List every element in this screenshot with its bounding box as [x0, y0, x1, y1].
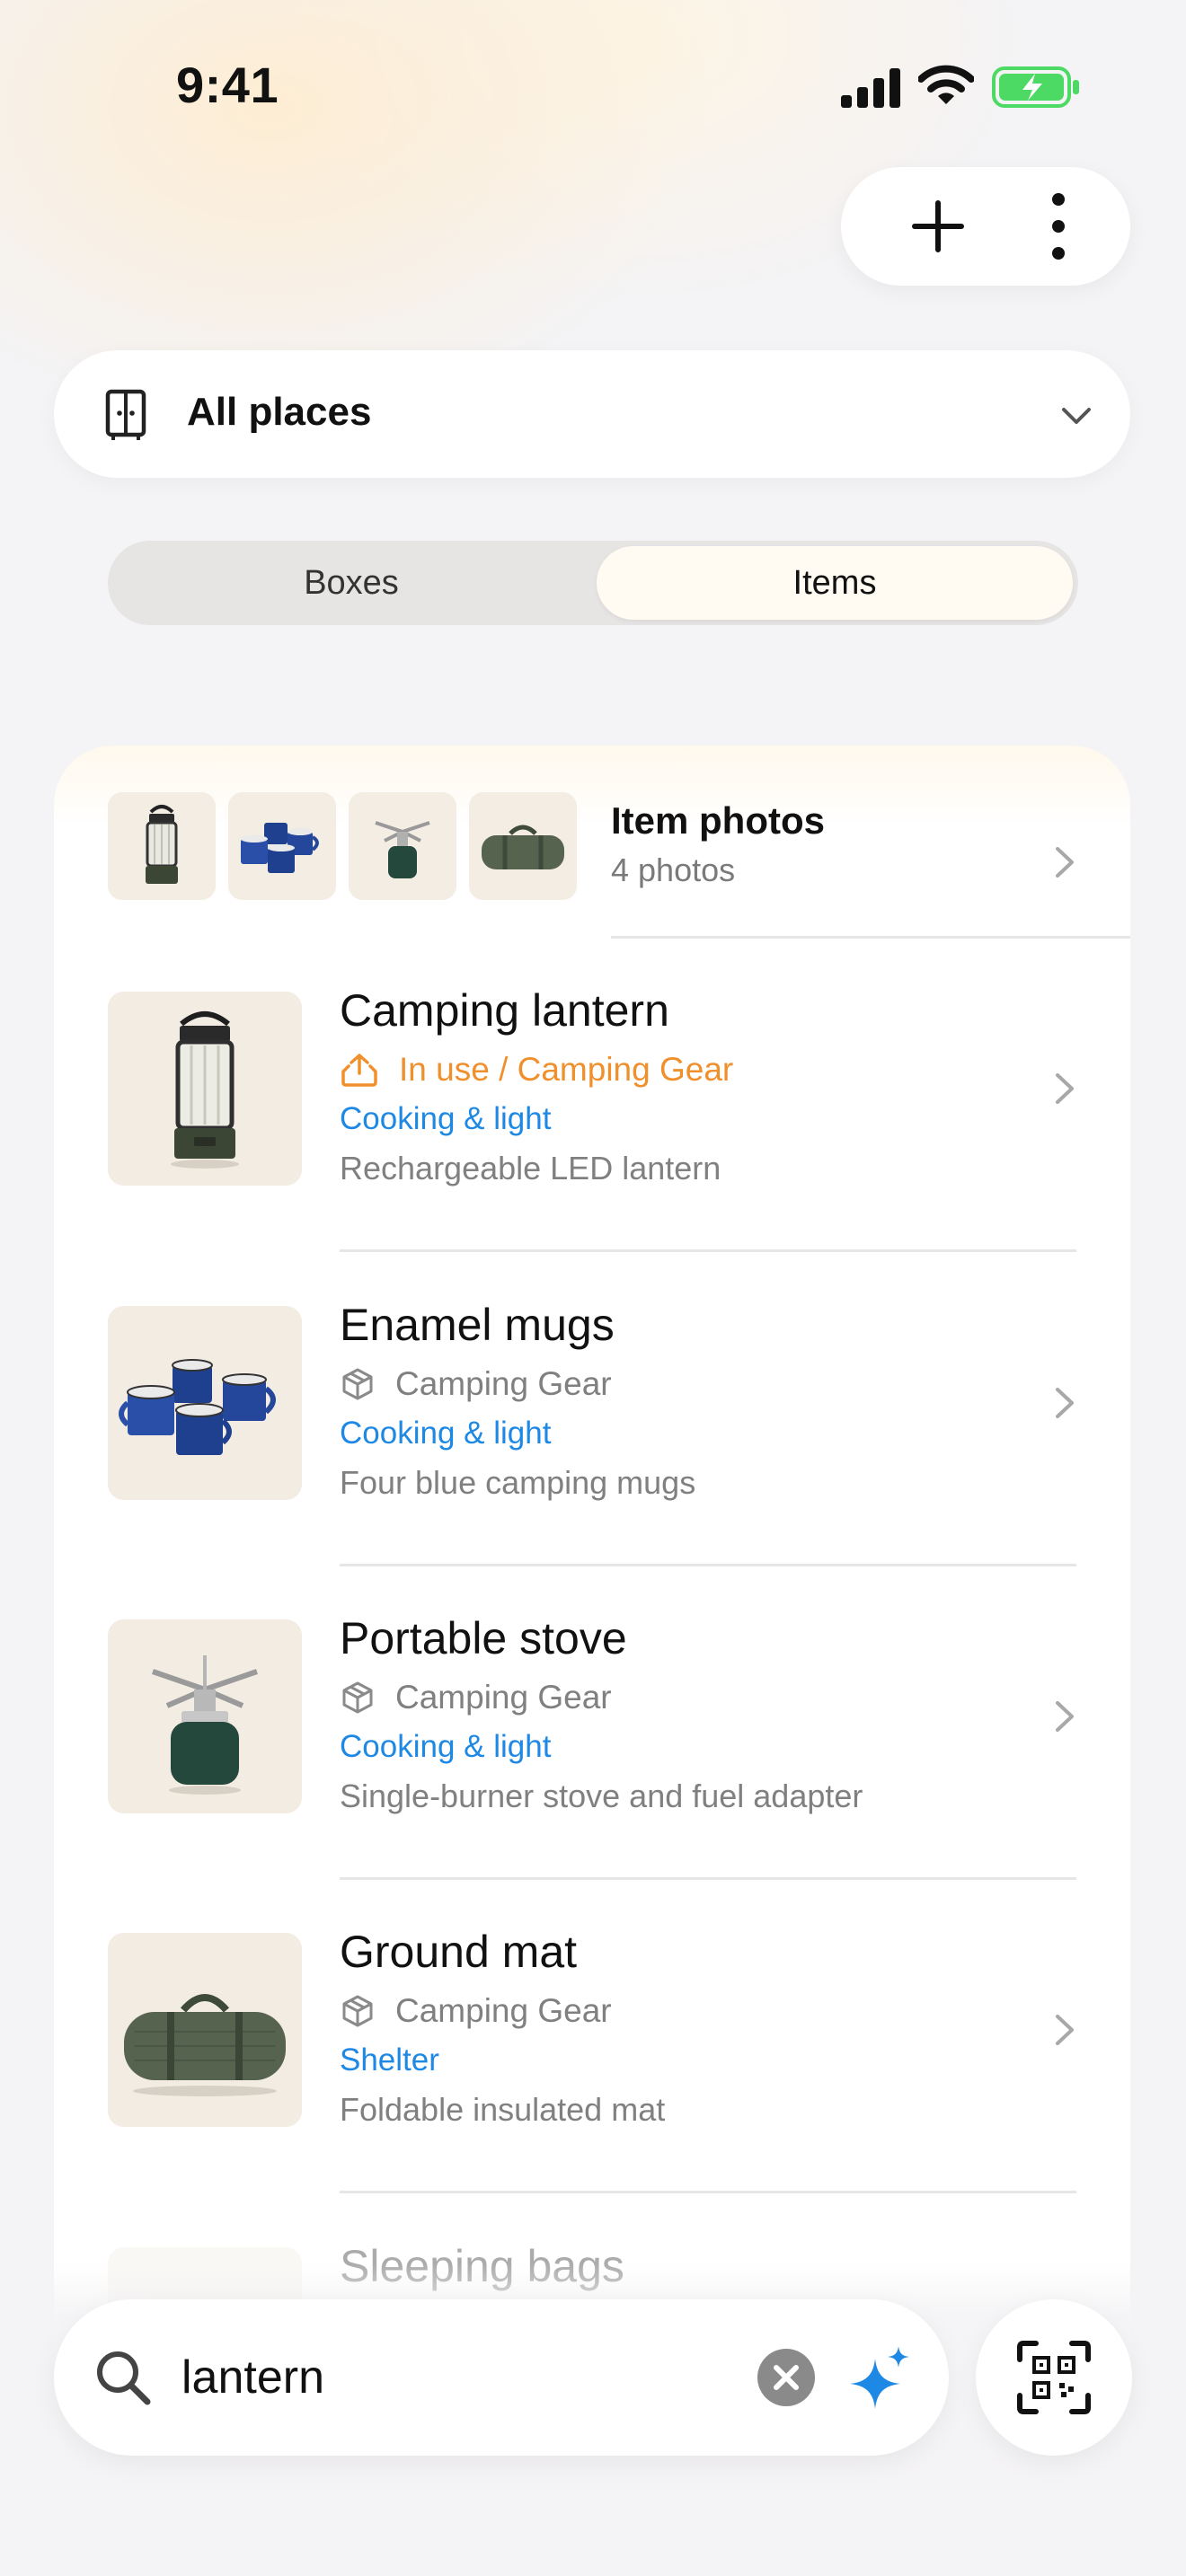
add-button[interactable]	[902, 190, 974, 262]
battery-charging-icon	[992, 66, 1079, 108]
tab-items[interactable]: Items	[597, 546, 1073, 620]
header-actions	[841, 167, 1130, 286]
search-input[interactable]	[181, 2341, 792, 2414]
mat-photo-thumbnail	[469, 792, 577, 900]
status-bar: 9:41	[0, 0, 1186, 171]
chevron-right-icon	[1056, 1701, 1074, 1732]
item-location-text: Camping Gear	[395, 1679, 612, 1716]
item-location: In use / Camping Gear	[340, 1051, 733, 1089]
view-segmented-control: Boxes Items	[108, 541, 1078, 625]
chevron-right-icon	[1056, 1388, 1074, 1418]
search-bar	[54, 2299, 949, 2456]
item-tag[interactable]: Cooking & light	[340, 1416, 551, 1451]
item-row-ground-mat[interactable]: Ground mat Camping Gear Shelter Foldable…	[54, 1879, 1130, 2193]
item-tag[interactable]: Shelter	[340, 2042, 439, 2078]
item-location: Camping Gear	[340, 1365, 612, 1403]
camping-lantern-photo	[108, 992, 302, 1186]
tab-boxes[interactable]: Boxes	[113, 546, 589, 620]
item-location-text: In use / Camping Gear	[399, 1051, 734, 1088]
stove-photo-thumbnail	[349, 792, 456, 900]
item-location: Camping Gear	[340, 1992, 612, 2030]
door-icon	[105, 389, 146, 440]
item-photos-count: 4 photos	[611, 851, 736, 888]
item-tag[interactable]: Cooking & light	[340, 1729, 551, 1765]
item-description: Foldable insulated mat	[340, 2091, 666, 2128]
item-location-text: Camping Gear	[395, 1365, 612, 1402]
place-selector-label: All places	[187, 390, 372, 434]
enamel-mugs-photo	[108, 1306, 302, 1500]
box-icon	[342, 1681, 373, 1714]
ai-sparkle-icon[interactable]	[845, 2342, 916, 2414]
mugs-photo-thumbnail	[228, 792, 336, 900]
item-photos-title: Item photos	[611, 799, 825, 842]
box-icon	[342, 1368, 373, 1400]
clear-search-icon[interactable]	[757, 2348, 816, 2407]
lantern-photo-thumbnail	[108, 792, 216, 900]
box-icon	[342, 1995, 373, 2027]
item-row-camping-lantern[interactable]: Camping lantern In use / Camping Gear Co…	[54, 938, 1130, 1252]
item-name: Ground mat	[340, 1927, 578, 1977]
qr-scan-button[interactable]	[976, 2299, 1132, 2456]
wifi-icon	[918, 65, 974, 104]
chevron-right-icon	[1056, 2015, 1074, 2045]
item-row-enamel-mugs[interactable]: Enamel mugs Camping Gear Cooking & light…	[54, 1252, 1130, 1566]
place-selector[interactable]: All places	[54, 350, 1130, 478]
item-name: Portable stove	[340, 1613, 627, 1663]
chevron-right-icon	[1056, 847, 1074, 878]
status-icons	[836, 63, 1087, 110]
item-tag[interactable]: Cooking & light	[340, 1101, 551, 1137]
item-location: Camping Gear	[340, 1679, 612, 1716]
portable-stove-photo	[108, 1619, 302, 1813]
item-description: Rechargeable LED lantern	[340, 1150, 721, 1187]
ground-mat-photo	[108, 1933, 302, 2127]
chevron-right-icon	[1056, 1073, 1074, 1104]
chevron-down-icon	[1062, 408, 1091, 424]
item-description: Single-burner stove and fuel adapter	[340, 1778, 863, 1814]
vertical-ellipsis-icon	[1052, 193, 1065, 260]
search-icon	[97, 2351, 151, 2405]
item-row-portable-stove[interactable]: Portable stove Camping Gear Cooking & li…	[54, 1566, 1130, 1880]
item-photos-row[interactable]: Item photos 4 photos	[54, 745, 1130, 939]
item-location-text: Camping Gear	[395, 1992, 612, 2029]
cellular-signal-icon	[841, 68, 900, 108]
plus-icon	[912, 200, 964, 252]
item-name: Enamel mugs	[340, 1300, 615, 1350]
tray-arrow-up-icon	[341, 1054, 377, 1087]
item-name: Camping lantern	[340, 985, 669, 1036]
more-options-button[interactable]	[1022, 190, 1094, 262]
status-time: 9:41	[176, 57, 279, 113]
item-description: Four blue camping mugs	[340, 1464, 696, 1501]
qr-code-scan-icon	[1017, 2341, 1091, 2414]
